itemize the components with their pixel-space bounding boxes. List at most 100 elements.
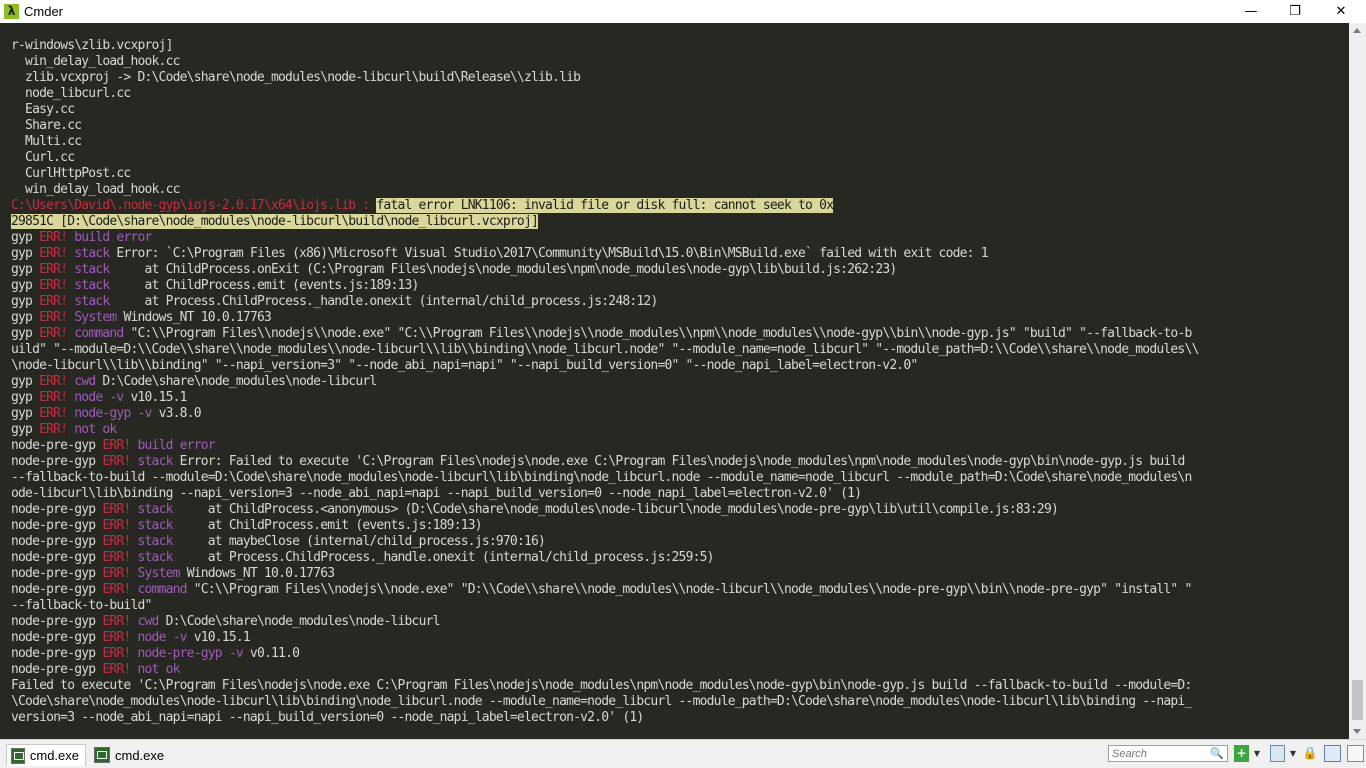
console-line-error: gyp ERR! stack Error: `C:\Program Files … <box>11 246 1199 262</box>
err-badge: ERR! <box>102 454 131 469</box>
log-tag: node -v <box>74 390 124 405</box>
console-line-linker-error: C:\Users\David\.node-gyp\iojs-2.0.17\x64… <box>11 198 1199 214</box>
console-line-error: gyp ERR! build error <box>11 230 1199 246</box>
gyp-error-block: gyp ERR! build error gyp ERR! stack Error… <box>11 230 1199 342</box>
log-prefix: node-pre-gyp <box>11 518 96 533</box>
err-badge: ERR! <box>102 550 131 565</box>
new-console-dropdown-icon[interactable]: ▼ <box>1252 745 1262 762</box>
log-prefix: gyp <box>11 390 33 405</box>
log-message: v10.15.1 <box>123 390 187 405</box>
vertical-scrollbar[interactable] <box>1349 23 1366 739</box>
log-prefix: node-pre-gyp <box>11 662 96 677</box>
log-tag: build error <box>137 438 216 453</box>
console-output[interactable]: r-windows\zlib.vcxproj] win_delay_load_h… <box>0 23 1349 739</box>
console-line-error: gyp ERR! cwd D:\Code\share\node_modules\… <box>11 374 1199 390</box>
log-message: Error: Failed to execute 'C:\Program Fil… <box>172 454 1186 469</box>
log-prefix: gyp <box>11 310 33 325</box>
window-title: Cmder <box>24 4 64 19</box>
err-badge: ERR! <box>39 406 68 421</box>
console-line-error: node-pre-gyp ERR! node -v v10.15.1 <box>11 630 1199 646</box>
window-dropdown-icon[interactable]: ▼ <box>1288 745 1298 762</box>
log-prefix: node-pre-gyp <box>11 630 96 645</box>
console-line-error: node-pre-gyp ERR! node-pre-gyp -v v0.11.… <box>11 646 1199 662</box>
log-prefix: gyp <box>11 230 33 245</box>
log-message: v10.15.1 <box>186 630 251 645</box>
console-line: Multi.cc <box>11 134 82 149</box>
console-line-error: gyp ERR! node-gyp -v v3.8.0 <box>11 406 1199 422</box>
scroll-down-arrow-icon[interactable] <box>1353 729 1361 734</box>
new-console-button[interactable]: + <box>1234 745 1249 762</box>
console-line-error: gyp ERR! stack at ChildProcess.emit (eve… <box>11 278 1199 294</box>
new-window-icon[interactable] <box>1270 745 1285 762</box>
log-tag: stack <box>74 246 110 261</box>
console-tab-2[interactable]: cmd.exe <box>90 744 172 766</box>
console-tab-1[interactable]: cmd.exe <box>6 744 86 766</box>
cmd-console-icon <box>94 747 110 763</box>
log-prefix: node-pre-gyp <box>11 454 96 469</box>
log-prefix: node-pre-gyp <box>11 502 96 517</box>
split-panes-icon[interactable] <box>1324 745 1341 762</box>
menu-grid-icon[interactable] <box>1347 745 1364 762</box>
lock-icon[interactable]: 🔒 <box>1302 745 1318 762</box>
err-badge: ERR! <box>102 646 131 661</box>
node-pre-gyp-error-block: node-pre-gyp ERR! stack at ChildProcess.… <box>11 502 1199 598</box>
cmd-console-icon <box>11 747 25 764</box>
scroll-up-arrow-icon[interactable] <box>1353 28 1361 33</box>
log-message: D:\Code\share\node_modules\node-libcurl <box>95 374 377 389</box>
scrollbar-thumb[interactable] <box>1352 680 1363 720</box>
tab-label: cmd.exe <box>29 748 79 763</box>
log-prefix: gyp <box>11 422 33 437</box>
console-line: Share.cc <box>11 118 82 133</box>
console-line-wrap: --fallback-to-build" <box>11 598 152 613</box>
log-message: Error: `C:\Program Files (x86)\Microsoft… <box>109 246 988 261</box>
log-message: D:\Code\share\node_modules\node-libcurl <box>158 614 441 629</box>
log-tag: stack <box>74 278 110 293</box>
log-prefix: node-pre-gyp <box>11 438 96 453</box>
log-prefix: node-pre-gyp <box>11 646 96 661</box>
log-message: at Process.ChildProcess._handle.onexit (… <box>109 294 659 309</box>
search-input[interactable] <box>1109 746 1215 761</box>
log-tag: stack <box>137 502 174 517</box>
console-line-wrap: ode-libcurl\lib\binding --napi_version=3… <box>11 486 862 501</box>
log-tag: System <box>137 566 181 581</box>
console-line-wrap: uild" "--module=D:\\Code\\share\\node_mo… <box>11 342 1199 357</box>
log-tag: node-gyp -v <box>74 406 152 421</box>
log-message: Windows_NT 10.0.17763 <box>179 566 335 581</box>
console-line: CurlHttpPost.cc <box>11 166 131 181</box>
console-line: zlib.vcxproj -> D:\Code\share\node_modul… <box>11 70 581 85</box>
selected-error-text: fatal error LNK1106: invalid file or dis… <box>376 198 834 213</box>
title-bar[interactable]: λ Cmder — ❐ ✕ <box>0 0 1366 23</box>
console-line-wrap: --fallback-to-build --module=D:\Code\sha… <box>11 470 1192 485</box>
log-message: Windows_NT 10.0.17763 <box>116 310 272 325</box>
log-prefix: node-pre-gyp <box>11 566 96 581</box>
error-path: C:\Users\David\.node-gyp\iojs-2.0.17\x64… <box>11 198 377 213</box>
search-box[interactable]: 🔍 <box>1108 745 1228 762</box>
log-prefix: gyp <box>11 374 33 389</box>
log-prefix: gyp <box>11 406 33 421</box>
log-message: at ChildProcess.<anonymous> (D:\Code\sha… <box>172 502 1059 517</box>
log-prefix: node-pre-gyp <box>11 534 96 549</box>
err-badge: ERR! <box>39 262 68 277</box>
log-tag: stack <box>74 262 110 277</box>
err-badge: ERR! <box>102 662 131 677</box>
console-line-error: node-pre-gyp ERR! stack at ChildProcess.… <box>11 502 1199 518</box>
close-button[interactable]: ✕ <box>1318 0 1364 23</box>
console-line: win_delay_load_hook.cc <box>11 182 180 197</box>
log-tag: stack <box>137 454 174 469</box>
err-badge: ERR! <box>39 326 68 341</box>
log-message: v3.8.0 <box>151 406 202 421</box>
log-message: at maybeClose (internal/child_process.js… <box>172 534 546 549</box>
log-tag: command <box>74 326 124 341</box>
console-line-linker-error: 29851C [D:\Code\share\node_modules\node-… <box>11 214 1199 230</box>
search-icon[interactable]: 🔍 <box>1210 747 1224 760</box>
log-message: at ChildProcess.onExit (C:\Program Files… <box>109 262 898 277</box>
restore-button[interactable]: ❐ <box>1272 0 1318 23</box>
err-badge: ERR! <box>102 438 131 453</box>
minimize-button[interactable]: — <box>1228 0 1274 23</box>
err-badge: ERR! <box>39 374 68 389</box>
console-line: node_libcurl.cc <box>11 86 131 101</box>
log-prefix: gyp <box>11 262 33 277</box>
console-line-error: gyp ERR! stack at Process.ChildProcess._… <box>11 294 1199 310</box>
log-tag: stack <box>137 534 174 549</box>
log-tag: not ok <box>74 422 117 437</box>
